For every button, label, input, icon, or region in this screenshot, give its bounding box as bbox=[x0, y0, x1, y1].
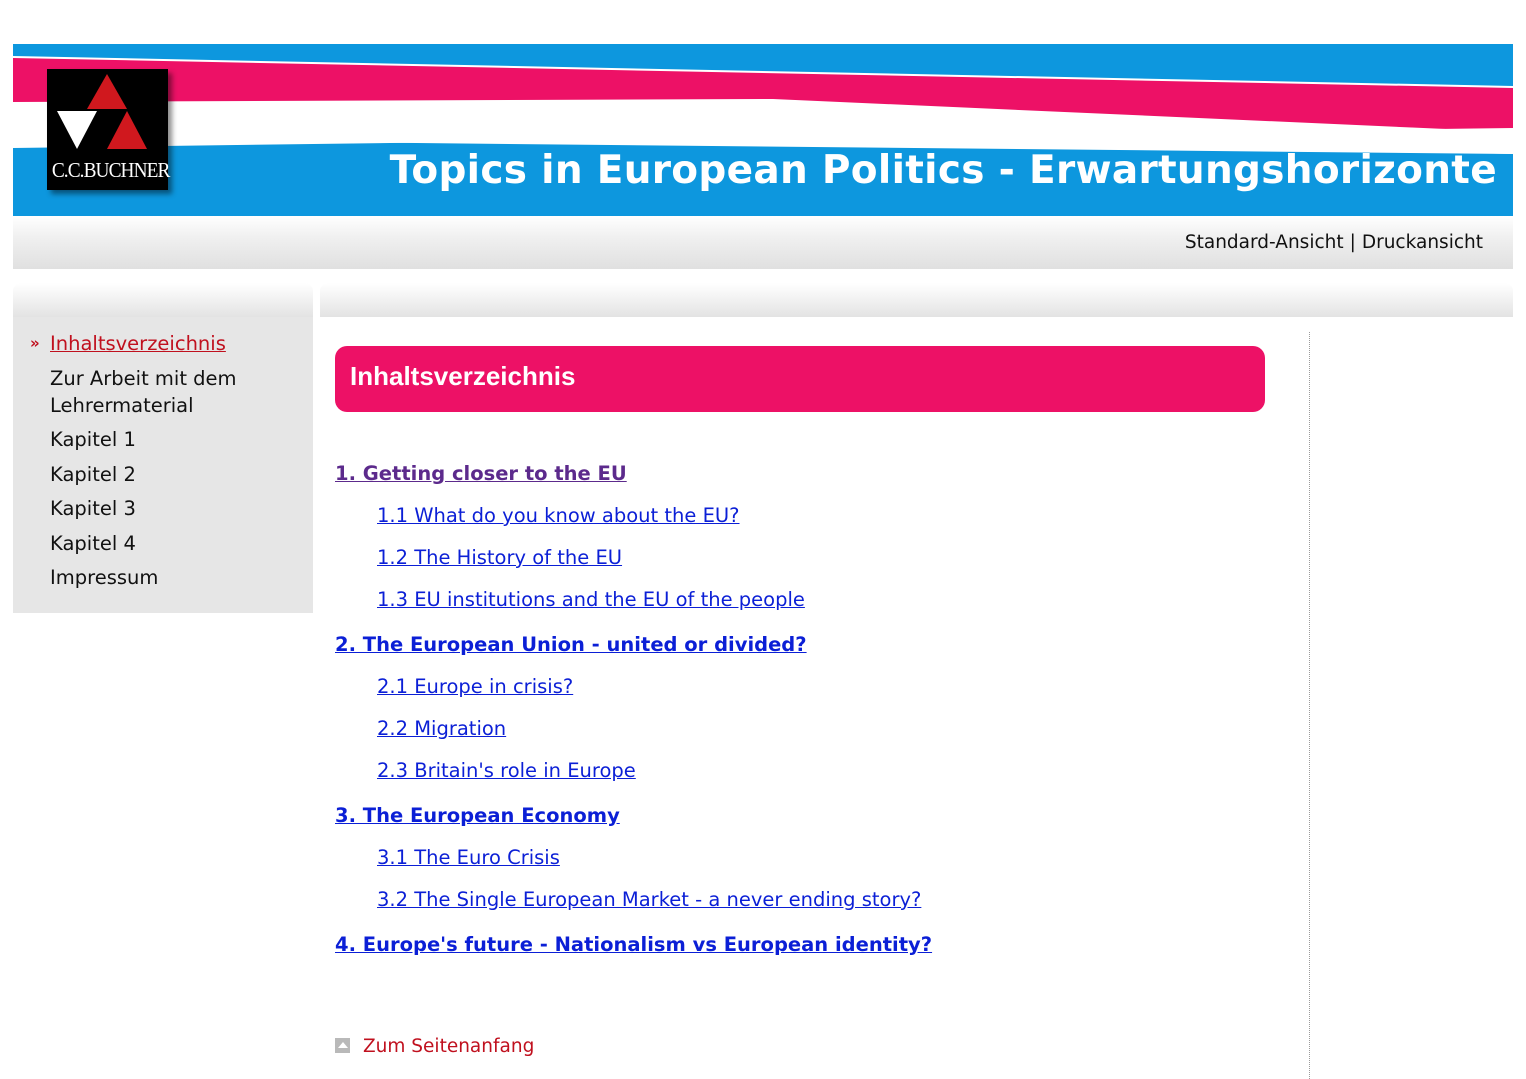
publisher-logo[interactable]: C.C.BUCHNER bbox=[47, 69, 171, 190]
view-separator: | bbox=[1349, 232, 1356, 253]
view-links: Standard-Ansicht | Druckansicht bbox=[1185, 232, 1483, 253]
sidebar-item-kapitel-4[interactable]: Kapitel 4 bbox=[13, 530, 313, 557]
sidebar-item-kapitel-2[interactable]: Kapitel 2 bbox=[13, 461, 313, 488]
chapter-2-link[interactable]: 2. The European Union - united or divide… bbox=[335, 629, 1285, 661]
toc-chapter-2: 2. The European Union - united or divide… bbox=[335, 629, 1285, 787]
print-view-link[interactable]: Druckansicht bbox=[1362, 232, 1483, 253]
sidebar-item-kapitel-1[interactable]: Kapitel 1 bbox=[13, 426, 313, 453]
page-heading: Inhaltsverzeichnis bbox=[350, 361, 576, 391]
section-3-1-link[interactable]: 3.1 The Euro Crisis bbox=[377, 842, 1285, 874]
toc-chapter-3: 3. The European Economy 3.1 The Euro Cri… bbox=[335, 800, 1285, 916]
sidebar-item-label[interactable]: Kapitel 2 bbox=[50, 463, 136, 486]
chapter-4-link[interactable]: 4. Europe's future - Nationalism vs Euro… bbox=[335, 929, 1285, 961]
back-to-top-link[interactable]: Zum Seitenanfang bbox=[363, 1036, 534, 1057]
sidebar-item-label[interactable]: Impressum bbox=[50, 566, 158, 589]
sidebar-item-lehrermaterial[interactable]: Zur Arbeit mit dem Lehrermaterial bbox=[13, 365, 313, 419]
sidebar-item-label[interactable]: Kapitel 3 bbox=[50, 497, 136, 520]
site-title: Topics in European Politics - Erwartungs… bbox=[389, 148, 1497, 193]
section-3-2-link[interactable]: 3.2 The Single European Market - a never… bbox=[377, 884, 1285, 916]
sidebar-item-label[interactable]: Zur Arbeit mit dem Lehrermaterial bbox=[50, 367, 237, 417]
view-switch-bar: Standard-Ansicht | Druckansicht bbox=[13, 216, 1513, 269]
sidebar-item-label[interactable]: Inhaltsverzeichnis bbox=[50, 332, 226, 355]
section-2-2-link[interactable]: 2.2 Migration bbox=[377, 713, 1285, 745]
standard-view-link[interactable]: Standard-Ansicht bbox=[1185, 232, 1344, 253]
sidebar-nav: » Inhaltsverzeichnis Zur Arbeit mit dem … bbox=[13, 317, 313, 591]
active-marker-icon: » bbox=[30, 334, 40, 352]
sidebar: » Inhaltsverzeichnis Zur Arbeit mit dem … bbox=[13, 317, 313, 613]
chapter-1-link[interactable]: 1. Getting closer to the EU bbox=[335, 458, 1285, 490]
back-to-top: Zum Seitenanfang bbox=[335, 1036, 534, 1057]
content-header bbox=[320, 283, 1513, 317]
section-1-1-link[interactable]: 1.1 What do you know about the EU? bbox=[377, 500, 1285, 532]
sidebar-item-kapitel-3[interactable]: Kapitel 3 bbox=[13, 495, 313, 522]
sidebar-item-label[interactable]: Kapitel 4 bbox=[50, 532, 136, 555]
sidebar-item-impressum[interactable]: Impressum bbox=[13, 564, 313, 591]
chapter-3-link[interactable]: 3. The European Economy bbox=[335, 800, 1285, 832]
section-2-1-link[interactable]: 2.1 Europe in crisis? bbox=[377, 671, 1285, 703]
logo-text: C.C.BUCHNER bbox=[51, 158, 171, 182]
arrow-up-icon[interactable] bbox=[335, 1038, 350, 1053]
toc-chapter-1: 1. Getting closer to the EU 1.1 What do … bbox=[335, 458, 1285, 616]
section-2-3-link[interactable]: 2.3 Britain's role in Europe bbox=[377, 755, 1285, 787]
table-of-contents: 1. Getting closer to the EU 1.1 What do … bbox=[335, 458, 1285, 974]
section-1-3-link[interactable]: 1.3 EU institutions and the EU of the pe… bbox=[377, 584, 1285, 616]
column-divider bbox=[1309, 332, 1310, 1079]
sidebar-item-inhaltsverzeichnis[interactable]: » Inhaltsverzeichnis bbox=[13, 330, 313, 357]
sidebar-item-label[interactable]: Kapitel 1 bbox=[50, 428, 136, 451]
section-1-2-link[interactable]: 1.2 The History of the EU bbox=[377, 542, 1285, 574]
sidebar-header bbox=[13, 283, 313, 317]
page-heading-box: Inhaltsverzeichnis bbox=[335, 346, 1265, 412]
header-banner: C.C.BUCHNER Topics in European Politics … bbox=[13, 44, 1513, 216]
toc-chapter-4: 4. Europe's future - Nationalism vs Euro… bbox=[335, 929, 1285, 961]
